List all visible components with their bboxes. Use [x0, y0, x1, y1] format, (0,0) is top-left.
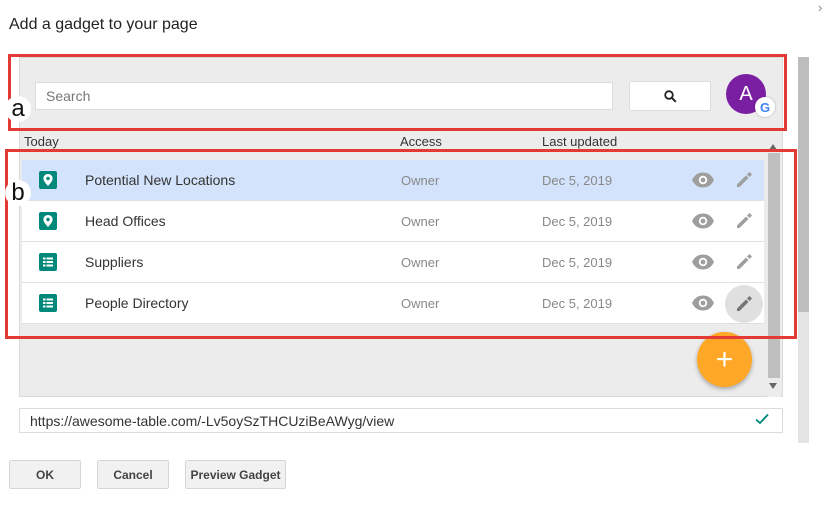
- preview-gadget-button[interactable]: Preview Gadget: [185, 460, 286, 489]
- column-header-access[interactable]: Access: [400, 134, 442, 149]
- annotation-label-a: a: [5, 96, 31, 122]
- dialog-scrollbar-thumb[interactable]: [798, 57, 809, 312]
- close-icon[interactable]: ›: [818, 0, 822, 15]
- gadget-url-field[interactable]: [19, 408, 783, 433]
- column-header-updated[interactable]: Last updated: [542, 134, 617, 149]
- annotation-box-a: [8, 54, 787, 131]
- cancel-button[interactable]: Cancel: [97, 460, 169, 489]
- scroll-down-arrow-icon[interactable]: [769, 383, 777, 389]
- dialog-scrollbar[interactable]: [798, 57, 809, 443]
- dialog-title: Add a gadget to your page: [9, 16, 198, 33]
- add-gadget-button[interactable]: +: [697, 332, 752, 387]
- annotation-label-b: b: [5, 180, 31, 206]
- annotation-box-b: [5, 149, 797, 339]
- ok-button[interactable]: OK: [9, 460, 81, 489]
- check-icon: [755, 413, 769, 425]
- column-header-name[interactable]: Today: [24, 134, 59, 149]
